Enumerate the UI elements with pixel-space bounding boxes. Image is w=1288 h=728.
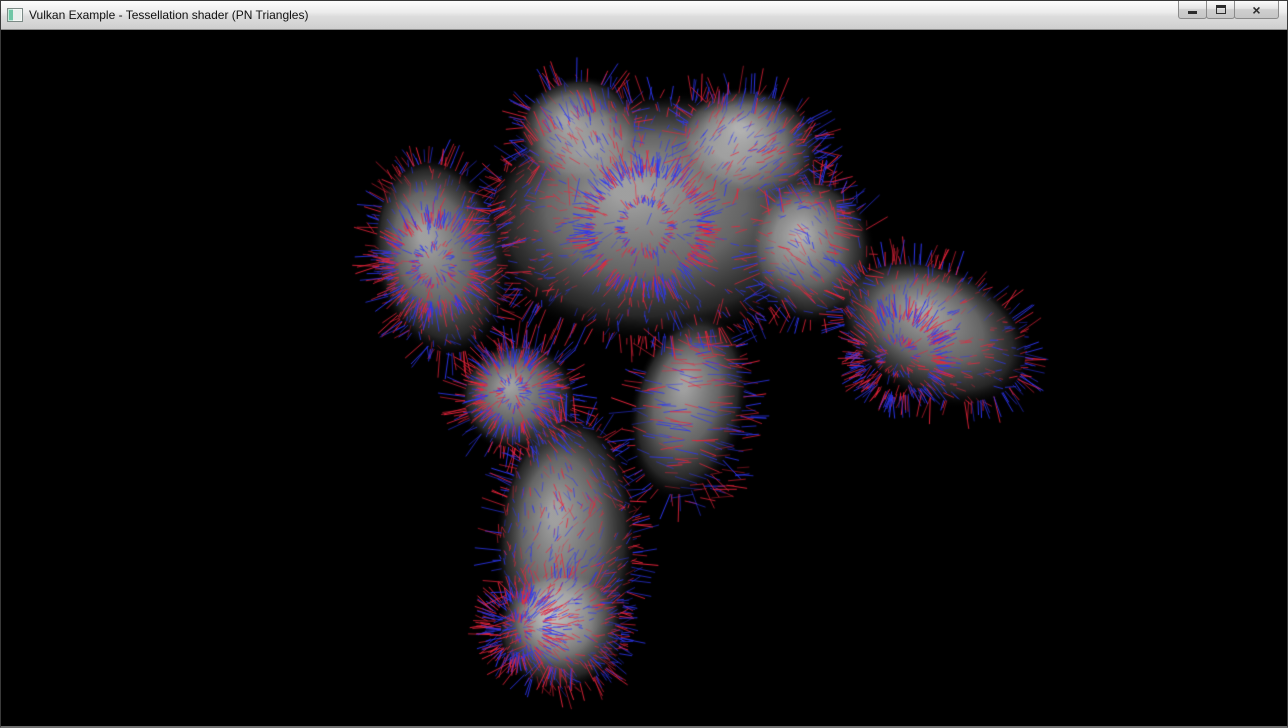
close-icon: × [1252,3,1260,17]
minimize-button[interactable] [1178,1,1207,19]
minimize-icon [1188,11,1197,14]
app-window: Vulkan Example - Tessellation shader (PN… [0,0,1288,728]
app-icon [7,8,23,22]
titlebar[interactable]: Vulkan Example - Tessellation shader (PN… [1,1,1287,30]
window-controls: × [1179,1,1279,19]
render-canvas[interactable] [1,30,1287,726]
maximize-icon [1216,5,1226,14]
maximize-button[interactable] [1206,1,1235,19]
close-button[interactable]: × [1234,1,1279,19]
window-title: Vulkan Example - Tessellation shader (PN… [29,8,308,22]
